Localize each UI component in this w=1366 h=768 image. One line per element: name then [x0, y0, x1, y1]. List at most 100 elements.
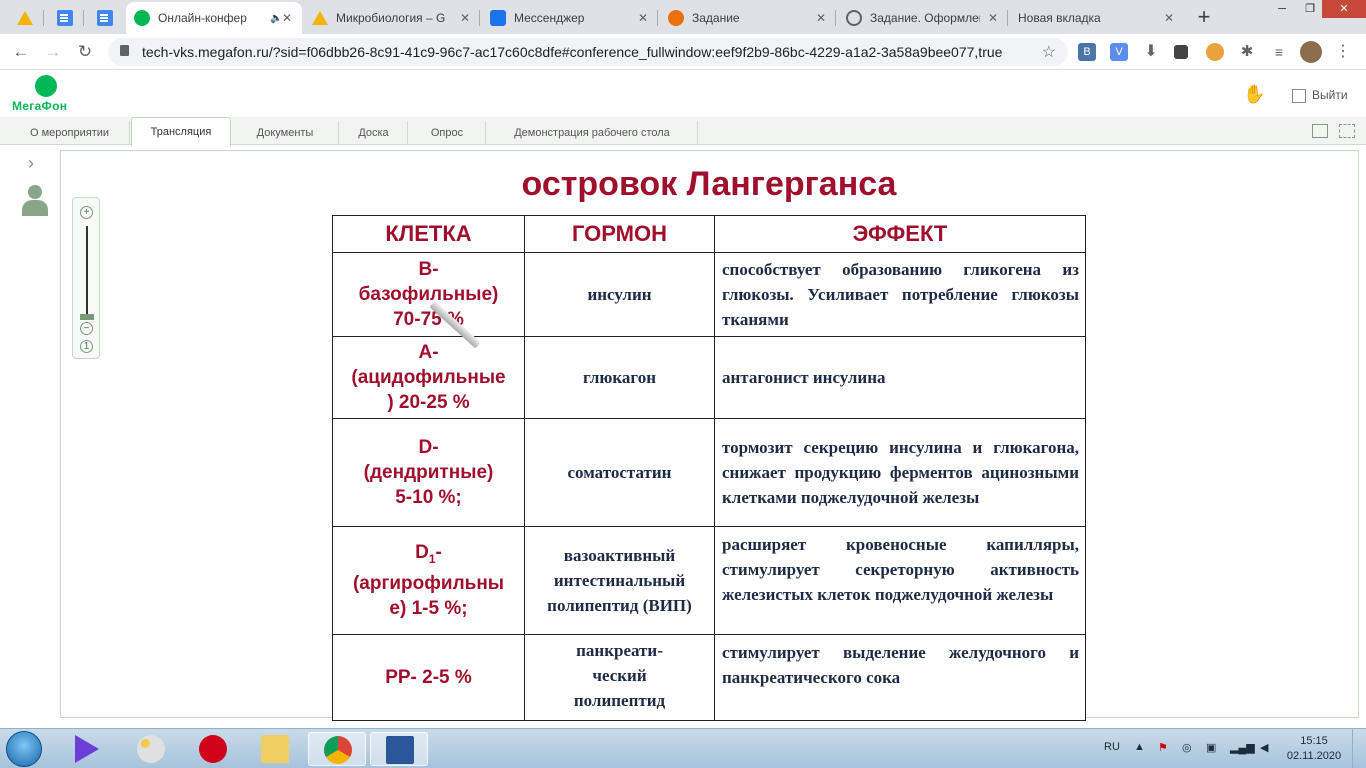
close-icon[interactable]: ✕ [460, 11, 470, 25]
hormone: глюкагон [524, 336, 715, 419]
chevron-right-icon[interactable]: › [28, 153, 34, 174]
megafon-icon [134, 10, 150, 26]
minimize-icon[interactable]: ─ [1268, 0, 1296, 18]
restore-icon[interactable]: ❐ [1296, 0, 1324, 18]
bookmark-star-icon[interactable]: ☆ [1042, 42, 1056, 62]
start-button[interactable] [6, 731, 42, 767]
signal-icon[interactable]: ▂▄▆ [1230, 741, 1255, 754]
effect: тормозит секрецию инсулина и глюкагона, … [714, 418, 1086, 527]
layout-split-icon[interactable] [1312, 124, 1328, 138]
tab-online-conference[interactable]: Онлайн-конфер 🔈 ✕ [126, 2, 302, 34]
clock-time: 15:15 [1300, 735, 1328, 747]
tab-label: Мессенджер [514, 11, 585, 25]
system-clock[interactable]: 15:15 02.11.2020 [1282, 734, 1346, 764]
islets-table: КЛЕТКА ГОРМОН ЭФФЕКТ B- базофильные) 70-… [332, 215, 1086, 721]
taskbar-explorer[interactable] [246, 732, 304, 766]
user-icon[interactable] [22, 185, 48, 217]
table-header-row: КЛЕТКА ГОРМОН ЭФФЕКТ [332, 215, 1086, 253]
google-drive-icon [17, 11, 33, 25]
tab-documents[interactable]: Документы [232, 121, 339, 145]
avatar[interactable] [1300, 41, 1322, 63]
google-docs-icon [97, 10, 113, 26]
effect: способствует образованию гликогена из гл… [714, 252, 1086, 337]
cell-type: B- базофильные) 70-75 % [332, 252, 525, 337]
reload-icon[interactable]: ↻ [74, 42, 96, 62]
zoom-slider-handle[interactable] [80, 314, 94, 320]
close-icon[interactable]: ✕ [988, 11, 998, 25]
cube-extension-icon[interactable] [1174, 45, 1188, 59]
cell-type: D- (дендритные) 5-10 %; [332, 418, 525, 527]
playlist-icon[interactable]: ≡ [1270, 43, 1288, 61]
tray-expand-icon[interactable]: ▲ [1134, 741, 1145, 753]
google-drive-icon [312, 11, 328, 25]
puzzle-icon[interactable]: ✱ [1238, 43, 1256, 61]
globe-icon [846, 10, 862, 26]
chat-icon [490, 10, 506, 26]
close-icon[interactable]: ✕ [638, 11, 648, 25]
extension-b-icon[interactable]: B [1078, 43, 1096, 61]
tab-label: Новая вкладка [1018, 11, 1101, 25]
table-row: A- (ацидофильные ) 20-25 % глюкагон анта… [332, 336, 1086, 419]
show-desktop-button[interactable] [1352, 729, 1366, 768]
zoom-out-icon[interactable]: − [80, 322, 93, 335]
close-icon[interactable]: ✕ [282, 11, 292, 25]
taskbar-word[interactable] [370, 732, 428, 766]
tab-microbiology[interactable]: Микробиология – G ✕ [304, 2, 480, 34]
cell-type-main: D [415, 541, 429, 563]
hormone: соматостатин [524, 418, 715, 527]
tab-new-tab[interactable]: Новая вкладка ✕ [1010, 2, 1184, 34]
tab-screen-share[interactable]: Демонстрация рабочего стола [487, 121, 698, 145]
word-icon [386, 736, 414, 764]
header-hormone: ГОРМОН [524, 215, 715, 253]
taskbar-paint[interactable] [122, 732, 180, 766]
chrome-icon [324, 736, 352, 764]
tab-assignment-format[interactable]: Задание. Оформлен ✕ [838, 2, 1008, 34]
tab-broadcast[interactable]: Трансляция [131, 117, 231, 146]
language-indicator[interactable]: RU [1104, 741, 1120, 753]
slide-title: островок Лангерганса [521, 165, 897, 203]
address-bar[interactable]: tech-vks.megafon.ru/?sid=f06dbb26-8c91-4… [108, 38, 1068, 66]
security-icon[interactable]: ⚑ [1158, 741, 1168, 754]
window-close-icon[interactable]: ✕ [1322, 0, 1366, 18]
tab-board[interactable]: Доска [340, 121, 408, 145]
table-row: D1- (аргирофильны е) 1-5 %; вазоактивный… [332, 526, 1086, 635]
tab-google-drive[interactable] [6, 2, 44, 34]
tab-google-docs-2[interactable] [86, 2, 124, 34]
back-arrow-icon[interactable]: ← [10, 42, 32, 62]
tab-about-event[interactable]: О мероприятии [10, 121, 130, 145]
hormone: инсулин [524, 252, 715, 337]
tab-assignment[interactable]: Задание ✕ [660, 2, 836, 34]
tab-messenger[interactable]: Мессенджер ✕ [482, 2, 658, 34]
forward-arrow-icon[interactable]: → [42, 42, 64, 62]
tab-google-docs-1[interactable] [46, 2, 84, 34]
palette-icon [137, 735, 165, 763]
raise-hand-icon[interactable]: ✋ [1243, 84, 1265, 105]
fullscreen-icon[interactable] [1339, 124, 1355, 138]
cell-type: D1- (аргирофильны е) 1-5 %; [332, 526, 525, 635]
windows-taskbar: RU ▲ ⚑ ◎ ▣ ▂▄▆ ◀ 15:15 02.11.2020 [0, 728, 1366, 768]
speaker-icon: 🔈 [270, 12, 283, 24]
volume-icon[interactable]: ◀ [1260, 741, 1268, 754]
url-text: tech-vks.megafon.ru/?sid=f06dbb26-8c91-4… [142, 44, 1003, 60]
zoom-in-icon[interactable]: + [80, 206, 93, 219]
taskbar-opera[interactable] [184, 732, 242, 766]
taskbar-chrome[interactable] [308, 732, 366, 766]
new-tab-plus-icon[interactable]: + [1190, 5, 1218, 29]
device-icon[interactable]: ▣ [1206, 741, 1216, 754]
exit-button[interactable]: Выйти [1292, 88, 1348, 103]
graduation-icon [668, 10, 684, 26]
extension-v-icon[interactable]: V [1110, 43, 1128, 61]
close-icon[interactable]: ✕ [816, 11, 826, 25]
menu-icon[interactable]: ⋮ [1334, 43, 1352, 61]
close-icon[interactable]: ✕ [1164, 11, 1174, 25]
tab-poll[interactable]: Опрос [409, 121, 486, 145]
support-icon[interactable]: ◎ [1182, 741, 1192, 754]
taskbar-media-player[interactable] [60, 732, 118, 766]
browser-tab-strip: Онлайн-конфер 🔈 ✕ Микробиология – G ✕ Ме… [0, 0, 1366, 34]
zoom-reset-icon[interactable]: 1 [80, 340, 93, 353]
logo-text: МегаФон [12, 99, 68, 113]
face-extension-icon[interactable] [1206, 43, 1224, 61]
zoom-slider-track[interactable] [86, 226, 88, 318]
download-icon[interactable]: ⬇ [1142, 43, 1160, 61]
opera-icon [199, 735, 227, 763]
